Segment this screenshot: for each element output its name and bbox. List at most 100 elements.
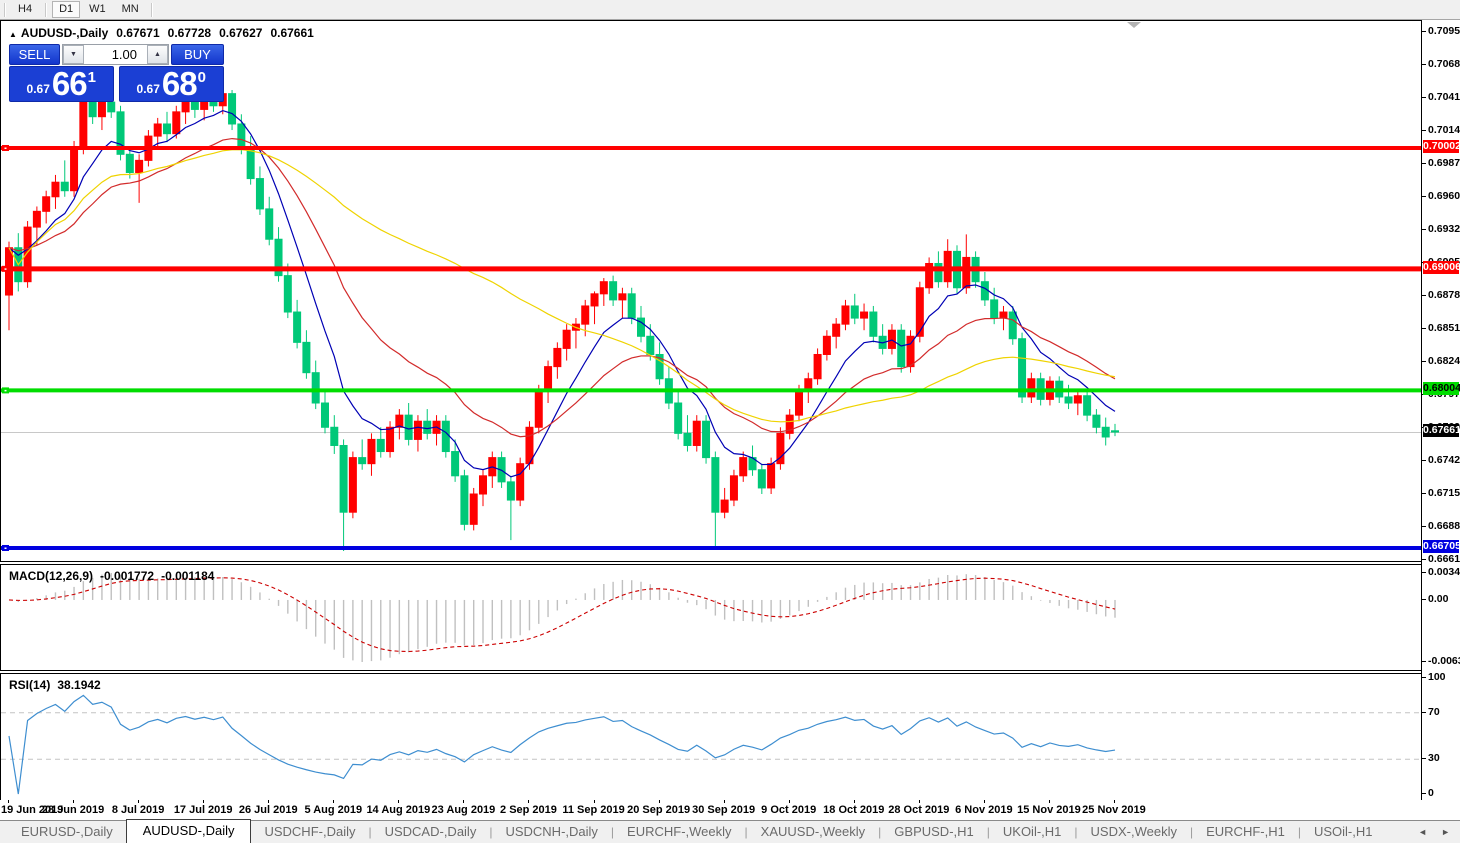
macd-main-value: -0.001772	[100, 569, 154, 583]
slow-ma-line	[9, 150, 1115, 422]
date-label: 14 Aug 2019	[364, 804, 432, 816]
price-tick-mark	[1422, 493, 1426, 494]
level-price-label: 0.69006	[1423, 261, 1459, 274]
price-axis[interactable]: 0.709550.706850.704150.701400.698700.696…	[1421, 20, 1460, 800]
sell-price-box[interactable]: 0.67661	[9, 66, 114, 102]
price-tick-label: 0.70955	[1428, 25, 1460, 37]
price-tick-mark	[1422, 64, 1426, 65]
trading-app-window: H4D1W1MN ▲AUDUSD-,Daily0.676710.677280.6…	[0, 0, 1460, 843]
price-tick-label: 0.66880	[1428, 520, 1460, 532]
tab-eurusd-daily[interactable]: EURUSD-,Daily	[8, 821, 126, 843]
date-tick-mark	[1114, 800, 1115, 803]
rsi-chart[interactable]	[1, 674, 1421, 800]
date-tick-mark	[463, 800, 464, 803]
macd-signal-value: -0.001184	[161, 569, 214, 583]
tab-usdchf-daily[interactable]: USDCHF-,Daily	[251, 821, 368, 843]
date-label: 17 Jul 2019	[169, 804, 237, 816]
timeframe-button-d1[interactable]: D1	[52, 1, 80, 18]
tab-usdcad-daily[interactable]: USDCAD-,Daily	[372, 821, 490, 843]
date-tick-mark	[203, 800, 204, 803]
price-tick-label: 0.70415	[1428, 91, 1460, 103]
tab-eurchf-weekly[interactable]: EURCHF-,Weekly	[614, 821, 745, 843]
macd-tick-mark	[1422, 661, 1426, 662]
rsi-tick-label: 70	[1428, 706, 1440, 718]
rsi-value: 38.1942	[57, 678, 100, 692]
rsi-tick-label: 100	[1428, 671, 1446, 683]
date-label: 9 Oct 2019	[755, 804, 823, 816]
price-tick-mark	[1422, 196, 1426, 197]
buy-price-box[interactable]: 0.67680	[119, 66, 225, 102]
macd-signal-line	[9, 578, 1115, 652]
symbol-label: AUDUSD-,Daily	[21, 26, 108, 40]
one-click-trade-panel: SELL ▼ 1.00 ▲ BUY 0.67661 0.67680	[9, 44, 224, 102]
date-label: 28 Jun 2019	[39, 804, 107, 816]
tab-audusd-daily[interactable]: AUDUSD-,Daily	[126, 819, 252, 843]
low-value: 0.67627	[219, 26, 262, 40]
tab-xauusd-weekly[interactable]: XAUUSD-,Weekly	[748, 821, 879, 843]
price-pane[interactable]: ▲AUDUSD-,Daily0.676710.677280.676270.676…	[0, 20, 1421, 562]
rsi-tick-label: 0	[1428, 787, 1434, 799]
price-tick-label: 0.69325	[1428, 223, 1460, 235]
rsi-pane[interactable]: RSI(14)38.1942	[0, 673, 1421, 801]
volume-input[interactable]: 1.00	[84, 45, 147, 64]
timeframe-button-mn[interactable]: MN	[115, 1, 146, 18]
macd-pane[interactable]: MACD(12,26,9) -0.001772 -0.001184	[0, 564, 1421, 671]
sell-price-big: 66	[52, 67, 87, 100]
tab-usdx-weekly[interactable]: USDX-,Weekly	[1078, 821, 1190, 843]
tab-scroll-left-icon[interactable]: ◄	[1418, 828, 1427, 837]
macd-tick-label: 0.00	[1428, 593, 1448, 605]
symbol-ohlc-header: ▲AUDUSD-,Daily0.676710.677280.676270.676…	[9, 26, 322, 40]
date-tick-mark	[8, 800, 9, 803]
chart-autoscroll-marker-icon[interactable]	[1127, 22, 1141, 28]
buy-price-big: 68	[162, 67, 197, 100]
price-tick-label: 0.68510	[1428, 322, 1460, 334]
price-tick-label: 0.68785	[1428, 289, 1460, 301]
date-axis[interactable]: 19 Jun 201928 Jun 20198 Jul 201917 Jul 2…	[0, 800, 1460, 818]
date-label: 11 Sep 2019	[560, 804, 628, 816]
date-tick-mark	[528, 800, 529, 803]
volume-increase-button[interactable]: ▲	[147, 45, 168, 64]
buy-button[interactable]: BUY	[171, 44, 224, 65]
price-tick-mark	[1422, 97, 1426, 98]
rsi-tick-mark	[1422, 712, 1426, 713]
date-label: 18 Oct 2019	[820, 804, 888, 816]
date-label: 6 Nov 2019	[950, 804, 1018, 816]
macd-tick-label: -0.00637	[1428, 655, 1460, 667]
date-label: 25 Nov 2019	[1080, 804, 1148, 816]
date-label: 28 Oct 2019	[885, 804, 953, 816]
date-label: 26 Jul 2019	[234, 804, 302, 816]
price-tick-label: 0.70685	[1428, 58, 1460, 70]
price-tick-label: 0.67425	[1428, 454, 1460, 466]
collapse-triangle-icon[interactable]: ▲	[9, 30, 17, 39]
date-tick-mark	[73, 800, 74, 803]
tab-ukoil-h1[interactable]: UKOil-,H1	[990, 821, 1075, 843]
timeframe-button-w1[interactable]: W1	[82, 1, 113, 18]
toolbar-separator	[4, 3, 6, 17]
tab-gbpusd-h1[interactable]: GBPUSD-,H1	[881, 821, 986, 843]
open-value: 0.67671	[116, 26, 159, 40]
chart-column: ▲AUDUSD-,Daily0.676710.677280.676270.676…	[0, 20, 1421, 800]
tab-scroll-arrows: ◄ ►	[1418, 828, 1450, 837]
sell-button[interactable]: SELL	[9, 44, 60, 65]
date-tick-mark	[724, 800, 725, 803]
date-tick-mark	[1049, 800, 1050, 803]
macd-name: MACD(12,26,9)	[9, 569, 93, 583]
toolbar-separator	[45, 3, 47, 17]
tab-eurchf-h1[interactable]: EURCHF-,H1	[1193, 821, 1298, 843]
tab-usoil-h1[interactable]: USOil-,H1	[1301, 821, 1386, 843]
date-label: 23 Aug 2019	[429, 804, 497, 816]
date-tick-mark	[659, 800, 660, 803]
timeframe-toolbar: H4 D1W1MN	[0, 0, 1460, 20]
price-tick-mark	[1422, 295, 1426, 296]
timeframe-button-h4[interactable]: H4	[11, 1, 39, 18]
rsi-tick-mark	[1422, 677, 1426, 678]
date-label: 30 Sep 2019	[690, 804, 758, 816]
candles	[6, 88, 1119, 551]
candlestick-chart[interactable]	[1, 21, 1421, 561]
price-tick-mark	[1422, 460, 1426, 461]
volume-decrease-button[interactable]: ▼	[63, 45, 84, 64]
price-tick-mark	[1422, 361, 1426, 362]
sell-price-pip: 1	[88, 69, 96, 86]
tab-scroll-right-icon[interactable]: ►	[1441, 828, 1450, 837]
tab-usdcnh-daily[interactable]: USDCNH-,Daily	[492, 821, 610, 843]
